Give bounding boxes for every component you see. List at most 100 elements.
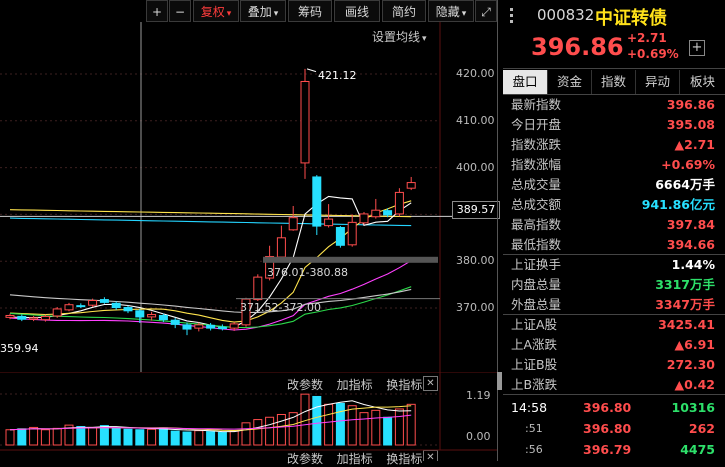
index-change-pct: +0.69% — [627, 47, 679, 61]
stat-label: 上证B股 — [511, 357, 558, 372]
candle-body — [217, 326, 227, 330]
candle-body — [288, 217, 298, 231]
stat-value: 3347万手 — [655, 297, 715, 312]
chevron-down-icon: ▾ — [461, 9, 467, 19]
stat-label: 指数涨跌 — [511, 137, 562, 152]
stat-value: 6664万手 — [655, 177, 715, 192]
stat-row: 指数涨幅 +0.69% — [503, 155, 721, 175]
volume-bar — [88, 426, 98, 446]
volume-bar — [265, 416, 275, 446]
candle-body — [300, 80, 310, 164]
volume-chart[interactable] — [0, 372, 500, 461]
volume-bar — [394, 408, 404, 446]
candle-body — [64, 304, 74, 311]
stat-row: 最新指数 396.86 — [503, 95, 721, 115]
range-bar — [263, 256, 438, 263]
stat-label: 外盘总量 — [511, 297, 562, 312]
volume-bar — [253, 419, 263, 446]
candle-body — [335, 227, 345, 246]
volume-bar — [324, 403, 334, 446]
tick-time: 14:58 — [511, 400, 548, 415]
stat-value: 3425.41 — [658, 317, 715, 332]
adjust-dropdown[interactable]: 复权 ▾ — [193, 0, 239, 22]
candle-body — [206, 324, 216, 329]
scroll-handle[interactable] — [497, 372, 502, 390]
stat-value: ▲6.91 — [674, 337, 715, 352]
tab-handicap[interactable]: 盘口 — [503, 70, 548, 94]
volume-bar — [76, 426, 86, 446]
stat-row: 内盘总量 3317万手 — [503, 275, 721, 295]
stat-label: 总成交额 — [511, 197, 562, 212]
tick-time: :51 — [525, 422, 543, 435]
quote-panel: 000832 中证转债 396.86 +2.71 +0.69% + 盘口 资金 … — [503, 0, 725, 461]
chips-button[interactable]: 筹码 — [288, 0, 332, 22]
ma-line — [9, 209, 412, 218]
volume-bar — [383, 416, 393, 446]
stat-value: 272.30 — [666, 357, 715, 372]
tick-volume: 10316 — [671, 400, 716, 415]
volume-bar — [182, 431, 192, 446]
draw-line-button[interactable]: 画线 — [334, 0, 380, 22]
candle-body — [324, 218, 334, 227]
candle-body — [40, 315, 50, 321]
candle-body — [99, 299, 109, 303]
simple-mode-button[interactable]: 简约 — [382, 0, 426, 22]
kline-chart[interactable] — [0, 22, 500, 372]
high-label: 421.12 — [318, 69, 357, 82]
volume-bar — [194, 430, 204, 446]
price-tag: 389.57 — [452, 201, 500, 219]
volume-bar — [335, 402, 345, 446]
volume-bar — [312, 395, 322, 446]
volume-bar — [229, 430, 239, 446]
candle-body — [111, 302, 121, 309]
stat-row: 指数涨跌 ▲2.71 — [503, 135, 721, 155]
stat-label: 上B涨跌 — [511, 377, 558, 392]
volume-bar — [111, 427, 121, 446]
stat-value: +0.69% — [661, 157, 715, 172]
stat-label: 上证换手 — [511, 257, 562, 272]
price-axis-label: 420.00 — [456, 67, 495, 80]
tab-funds[interactable]: 资金 — [548, 70, 592, 94]
candle-body — [229, 323, 239, 329]
stat-value: 396.86 — [666, 97, 715, 112]
menu-icon[interactable] — [510, 8, 513, 24]
stat-value: 397.84 — [666, 217, 715, 232]
tick-price: 396.80 — [583, 421, 632, 436]
stat-label: 最新指数 — [511, 97, 562, 112]
candle-body — [253, 276, 263, 301]
candle-body — [88, 300, 98, 306]
candle-body — [170, 319, 180, 325]
zoom-in-button[interactable]: + — [146, 0, 168, 22]
low-label: 359.94 — [0, 342, 39, 355]
volume-bar — [147, 428, 157, 446]
volume-bar — [241, 422, 251, 446]
tab-index[interactable]: 指数 — [592, 70, 636, 94]
volume-bar — [5, 429, 15, 446]
tick-volume: 4475 — [680, 442, 715, 457]
stat-row: 总成交量 6664万手 — [503, 175, 721, 195]
index-change: +2.71 — [627, 31, 667, 45]
index-name: 中证转债 — [595, 8, 667, 29]
add-watchlist-icon[interactable]: + — [689, 40, 705, 56]
candle-body — [29, 317, 39, 320]
stat-label: 上A涨跌 — [511, 337, 558, 352]
volume-bar — [347, 405, 357, 446]
tab-sector[interactable]: 板块 — [680, 70, 725, 94]
tick-row: :51 396.80 262 — [503, 419, 721, 439]
candle-body — [276, 237, 286, 258]
volume-bar — [123, 428, 133, 446]
overlay-dropdown[interactable]: 叠加 ▾ — [240, 0, 286, 22]
zoom-out-button[interactable]: − — [169, 0, 191, 22]
tick-row: :56 396.79 4475 — [503, 440, 721, 460]
ma-line — [9, 260, 412, 331]
tick-time: :56 — [525, 443, 543, 456]
volume-bar — [52, 427, 62, 446]
volume-bar — [371, 409, 381, 446]
tab-movement[interactable]: 异动 — [636, 70, 680, 94]
volume-bar — [217, 432, 227, 446]
stat-row: 上证换手 1.44% — [503, 255, 721, 275]
hide-dropdown[interactable]: 隐藏 ▾ — [428, 0, 474, 22]
expand-icon[interactable]: ⤢ — [475, 0, 497, 22]
stat-value: 3317万手 — [655, 277, 715, 292]
candle-body — [123, 307, 133, 312]
